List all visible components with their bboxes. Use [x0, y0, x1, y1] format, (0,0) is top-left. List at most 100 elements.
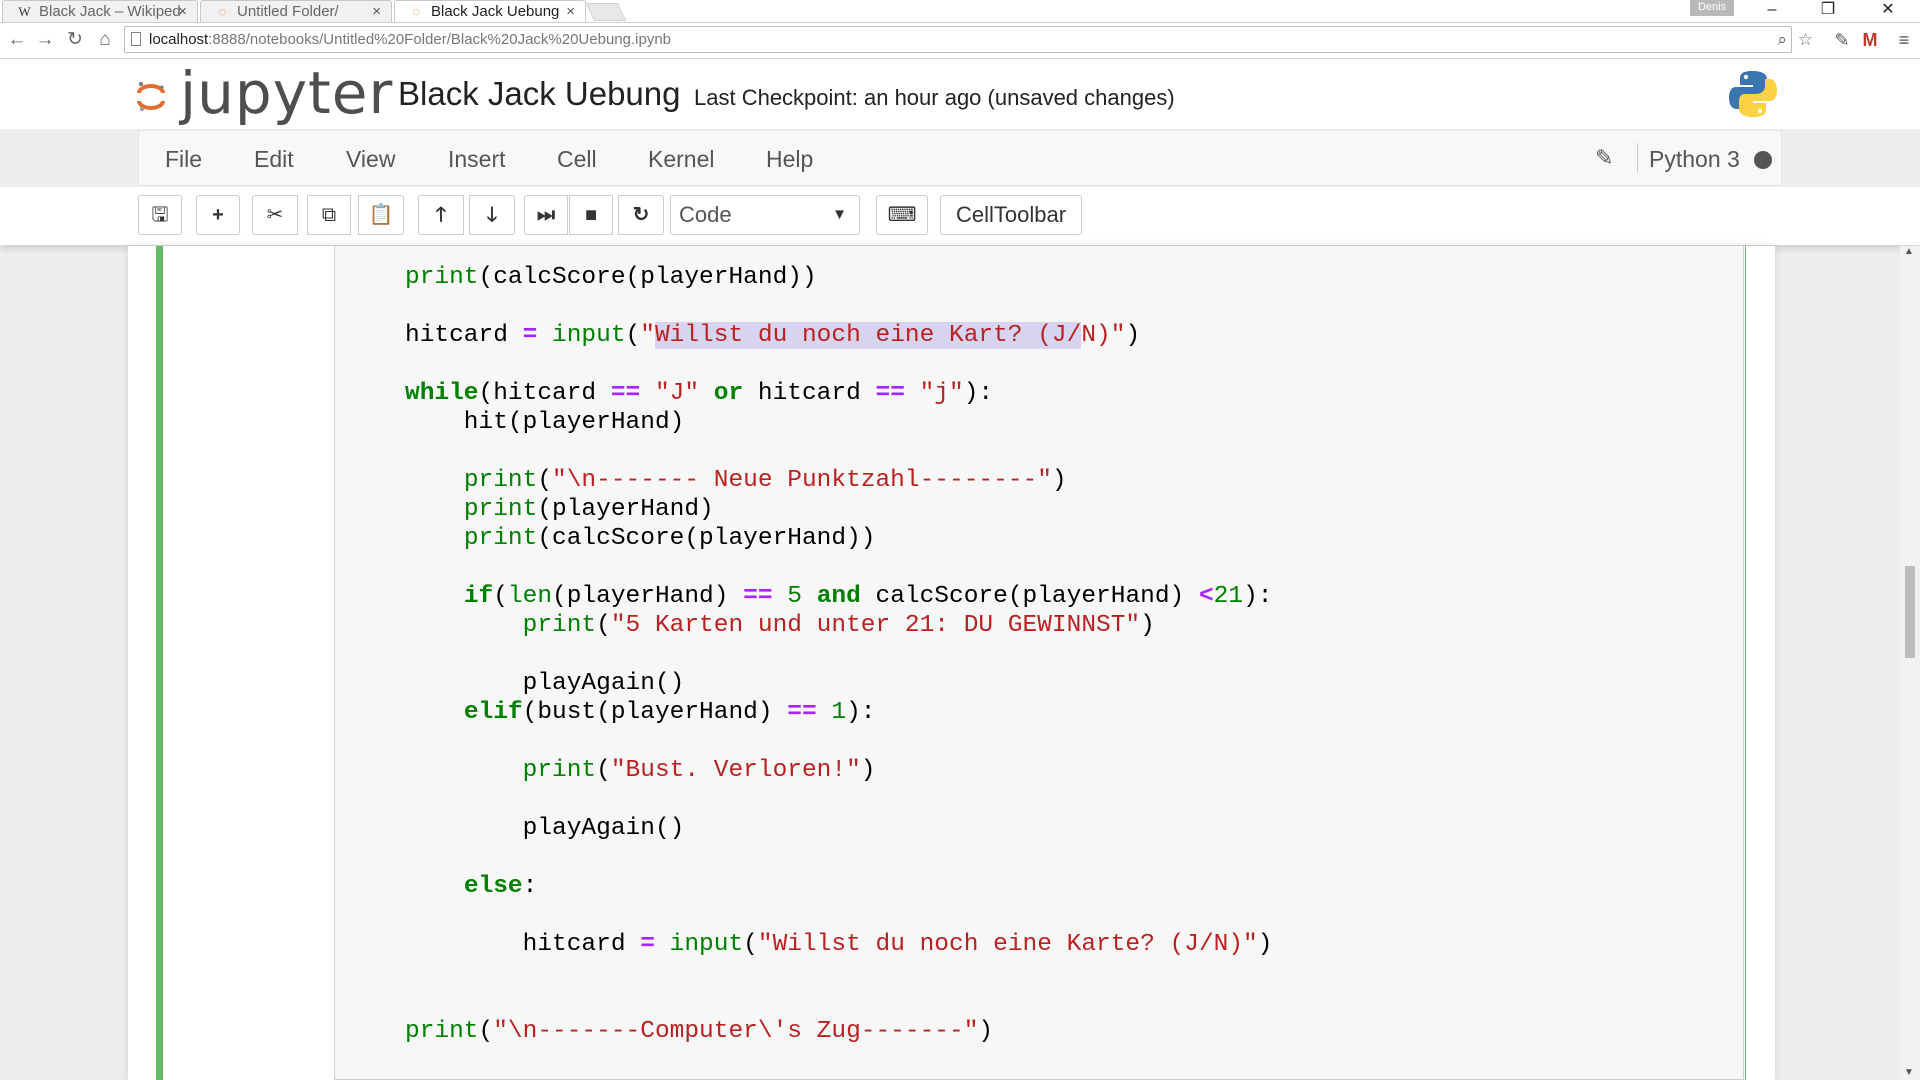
menu-edit[interactable]: Edit — [254, 146, 294, 173]
menu-icon[interactable]: ≡ — [1892, 29, 1916, 51]
command-palette-button[interactable]: ⌨ — [876, 195, 928, 235]
code-line: elif(bust(playerHand) == 1): — [463, 699, 876, 726]
code-cell-input[interactable]: print(calcScore(playerHand)) hitcard = i… — [334, 246, 1744, 1080]
copy-button[interactable]: ⧉ — [307, 195, 351, 235]
scissors-icon: ✂ — [266, 204, 284, 226]
tab-label: Black Jack – Wikiped — [39, 3, 181, 20]
wikipedia-icon: W — [18, 4, 31, 19]
profile-badge[interactable]: Denis — [1690, 0, 1734, 16]
code-line: print(calcScore(playerHand)) — [405, 264, 817, 291]
new-tab-button[interactable] — [585, 3, 627, 21]
jupyter-ring-icon — [137, 82, 165, 111]
close-tab-icon[interactable]: × — [178, 1, 187, 22]
close-window-icon[interactable]: ✕ — [1868, 0, 1908, 22]
code-line: hitcard = input("Willst du noch eine Kar… — [405, 931, 1273, 958]
paste-icon: 📋 — [368, 204, 394, 226]
cell-type-select[interactable]: Code ▼ — [670, 195, 860, 235]
gmail-icon[interactable]: M — [1858, 29, 1882, 51]
forward-icon[interactable]: → — [34, 29, 56, 51]
divider — [1637, 143, 1638, 173]
python-logo-icon — [1729, 71, 1777, 117]
code-line: print(playerHand) — [463, 496, 714, 523]
reload-icon[interactable]: ↻ — [64, 29, 86, 51]
minimize-icon[interactable]: – — [1752, 0, 1792, 22]
page-scrollbar[interactable]: ▲ ▼ — [1900, 246, 1920, 1080]
menu-help[interactable]: Help — [766, 146, 813, 173]
url-path: :8888/notebooks/Untitled%20Folder/Black%… — [208, 31, 671, 48]
menu-cell[interactable]: Cell — [557, 146, 597, 173]
code-line: print(calcScore(playerHand)) — [463, 525, 876, 552]
save-icon: 🖫 — [151, 204, 169, 226]
menu-file[interactable]: File — [165, 146, 202, 173]
code-line: print("Bust. Verloren!") — [522, 757, 876, 784]
code-line: hitcard = input("Willst du noch eine Kar… — [405, 322, 1141, 349]
close-tab-icon[interactable]: × — [566, 1, 575, 22]
insert-cell-button[interactable]: + — [196, 195, 240, 235]
code-editor[interactable]: print(calcScore(playerHand)) hitcard = i… — [405, 263, 1272, 1046]
tab-black-jack-uebung[interactable]: ◌ Black Jack Uebung × — [394, 0, 586, 22]
plus-icon: + — [212, 204, 224, 226]
code-line: print("5 Karten und unter 21: DU GEWINNS… — [522, 612, 1155, 639]
tab-wikipedia[interactable]: W Black Jack – Wikiped × — [2, 0, 198, 22]
copy-icon: ⧉ — [321, 204, 337, 226]
arrow-up-icon: 🡑 — [435, 204, 447, 226]
address-bar[interactable]: localhost:8888/notebooks/Untitled%20Fold… — [124, 26, 1813, 53]
kernel-name: Python 3 — [1649, 146, 1740, 172]
notebook-toolbar: 🖫 + ✂ ⧉ 📋 🡑 🡓 ⏭ ■ ↻ Code ▼ ⌨ CellToolbar — [0, 187, 1920, 245]
checkpoint-status: Last Checkpoint: an hour ago (unsaved ch… — [694, 85, 1175, 110]
notebook-title[interactable]: Black Jack Uebung — [398, 75, 680, 113]
browser-toolbar: ← → ↻ ⌂ localhost:8888/notebooks/Untitle… — [0, 23, 1920, 59]
code-line: playAgain() — [405, 815, 685, 842]
jupyter-icon: ◌ — [218, 4, 227, 19]
home-icon[interactable]: ⌂ — [94, 29, 116, 51]
interrupt-kernel-button[interactable]: ■ — [569, 195, 613, 235]
back-icon[interactable]: ← — [6, 29, 28, 51]
code-line: else: — [463, 873, 538, 900]
tab-untitled-folder[interactable]: ◌ Untitled Folder/ × — [200, 0, 392, 22]
code-line: while(hitcard == "J" or hitcard == "j"): — [405, 380, 994, 407]
url-host: localhost — [149, 31, 209, 48]
keyboard-icon: ⌨ — [887, 204, 917, 226]
tab-label: Black Jack Uebung — [431, 3, 560, 20]
move-up-button[interactable]: 🡑 — [418, 195, 464, 235]
step-forward-icon: ⏭ — [537, 204, 555, 226]
cell-type-value: Code — [679, 202, 732, 227]
code-line: if(len(playerHand) == 5 and calcScore(pl… — [463, 583, 1273, 610]
restore-icon[interactable]: ❐ — [1808, 0, 1848, 22]
bookmark-star-icon[interactable]: ☆ — [1798, 27, 1813, 52]
scrollbar-thumb[interactable] — [1905, 566, 1915, 658]
browser-tab-strip: W Black Jack – Wikiped × ◌ Untitled Fold… — [0, 0, 1920, 23]
extension-icon[interactable]: ✎ — [1830, 29, 1854, 51]
code-line: hit(playerHand) — [405, 409, 685, 436]
scroll-up-icon[interactable]: ▲ — [1904, 246, 1914, 257]
restart-icon: ↻ — [632, 204, 650, 226]
save-button[interactable]: 🖫 — [138, 195, 182, 235]
jupyter-icon: ◌ — [412, 4, 421, 19]
cell-border — [1745, 246, 1746, 1080]
paste-button[interactable]: 📋 — [358, 195, 404, 235]
run-cell-button[interactable]: ⏭ — [524, 195, 568, 235]
notebook-menubar: File Edit View Insert Cell Kernel Help ✎… — [138, 130, 1782, 186]
jupyter-wordmark: jupyter — [180, 59, 394, 127]
arrow-down-icon: 🡓 — [486, 204, 498, 226]
tab-label: Untitled Folder/ — [237, 3, 339, 20]
close-tab-icon[interactable]: × — [372, 1, 381, 22]
caret-down-icon: ▼ — [832, 206, 847, 223]
cut-button[interactable]: ✂ — [252, 195, 298, 235]
cell-edit-mode-indicator — [156, 246, 163, 1080]
code-line: playAgain() — [405, 670, 685, 697]
restart-kernel-button[interactable]: ↻ — [618, 195, 664, 235]
page-icon — [131, 32, 141, 46]
celltoolbar-button[interactable]: CellToolbar — [940, 195, 1082, 235]
notebook-container: print(calcScore(playerHand)) hitcard = i… — [128, 246, 1775, 1080]
kernel-status-indicator — [1754, 151, 1772, 169]
stop-icon: ■ — [584, 204, 598, 226]
zoom-icon[interactable]: ⌕ — [1777, 27, 1787, 52]
move-down-button[interactable]: 🡓 — [469, 195, 515, 235]
scroll-down-icon[interactable]: ▼ — [1904, 1067, 1914, 1078]
jupyter-header: jupyter Black Jack Uebung Last Checkpoin… — [0, 59, 1920, 129]
menu-view[interactable]: View — [346, 146, 395, 173]
menu-kernel[interactable]: Kernel — [648, 146, 714, 173]
code-line: print("\n-------Computer\'s Zug-------") — [405, 1018, 994, 1045]
menu-insert[interactable]: Insert — [448, 146, 506, 173]
